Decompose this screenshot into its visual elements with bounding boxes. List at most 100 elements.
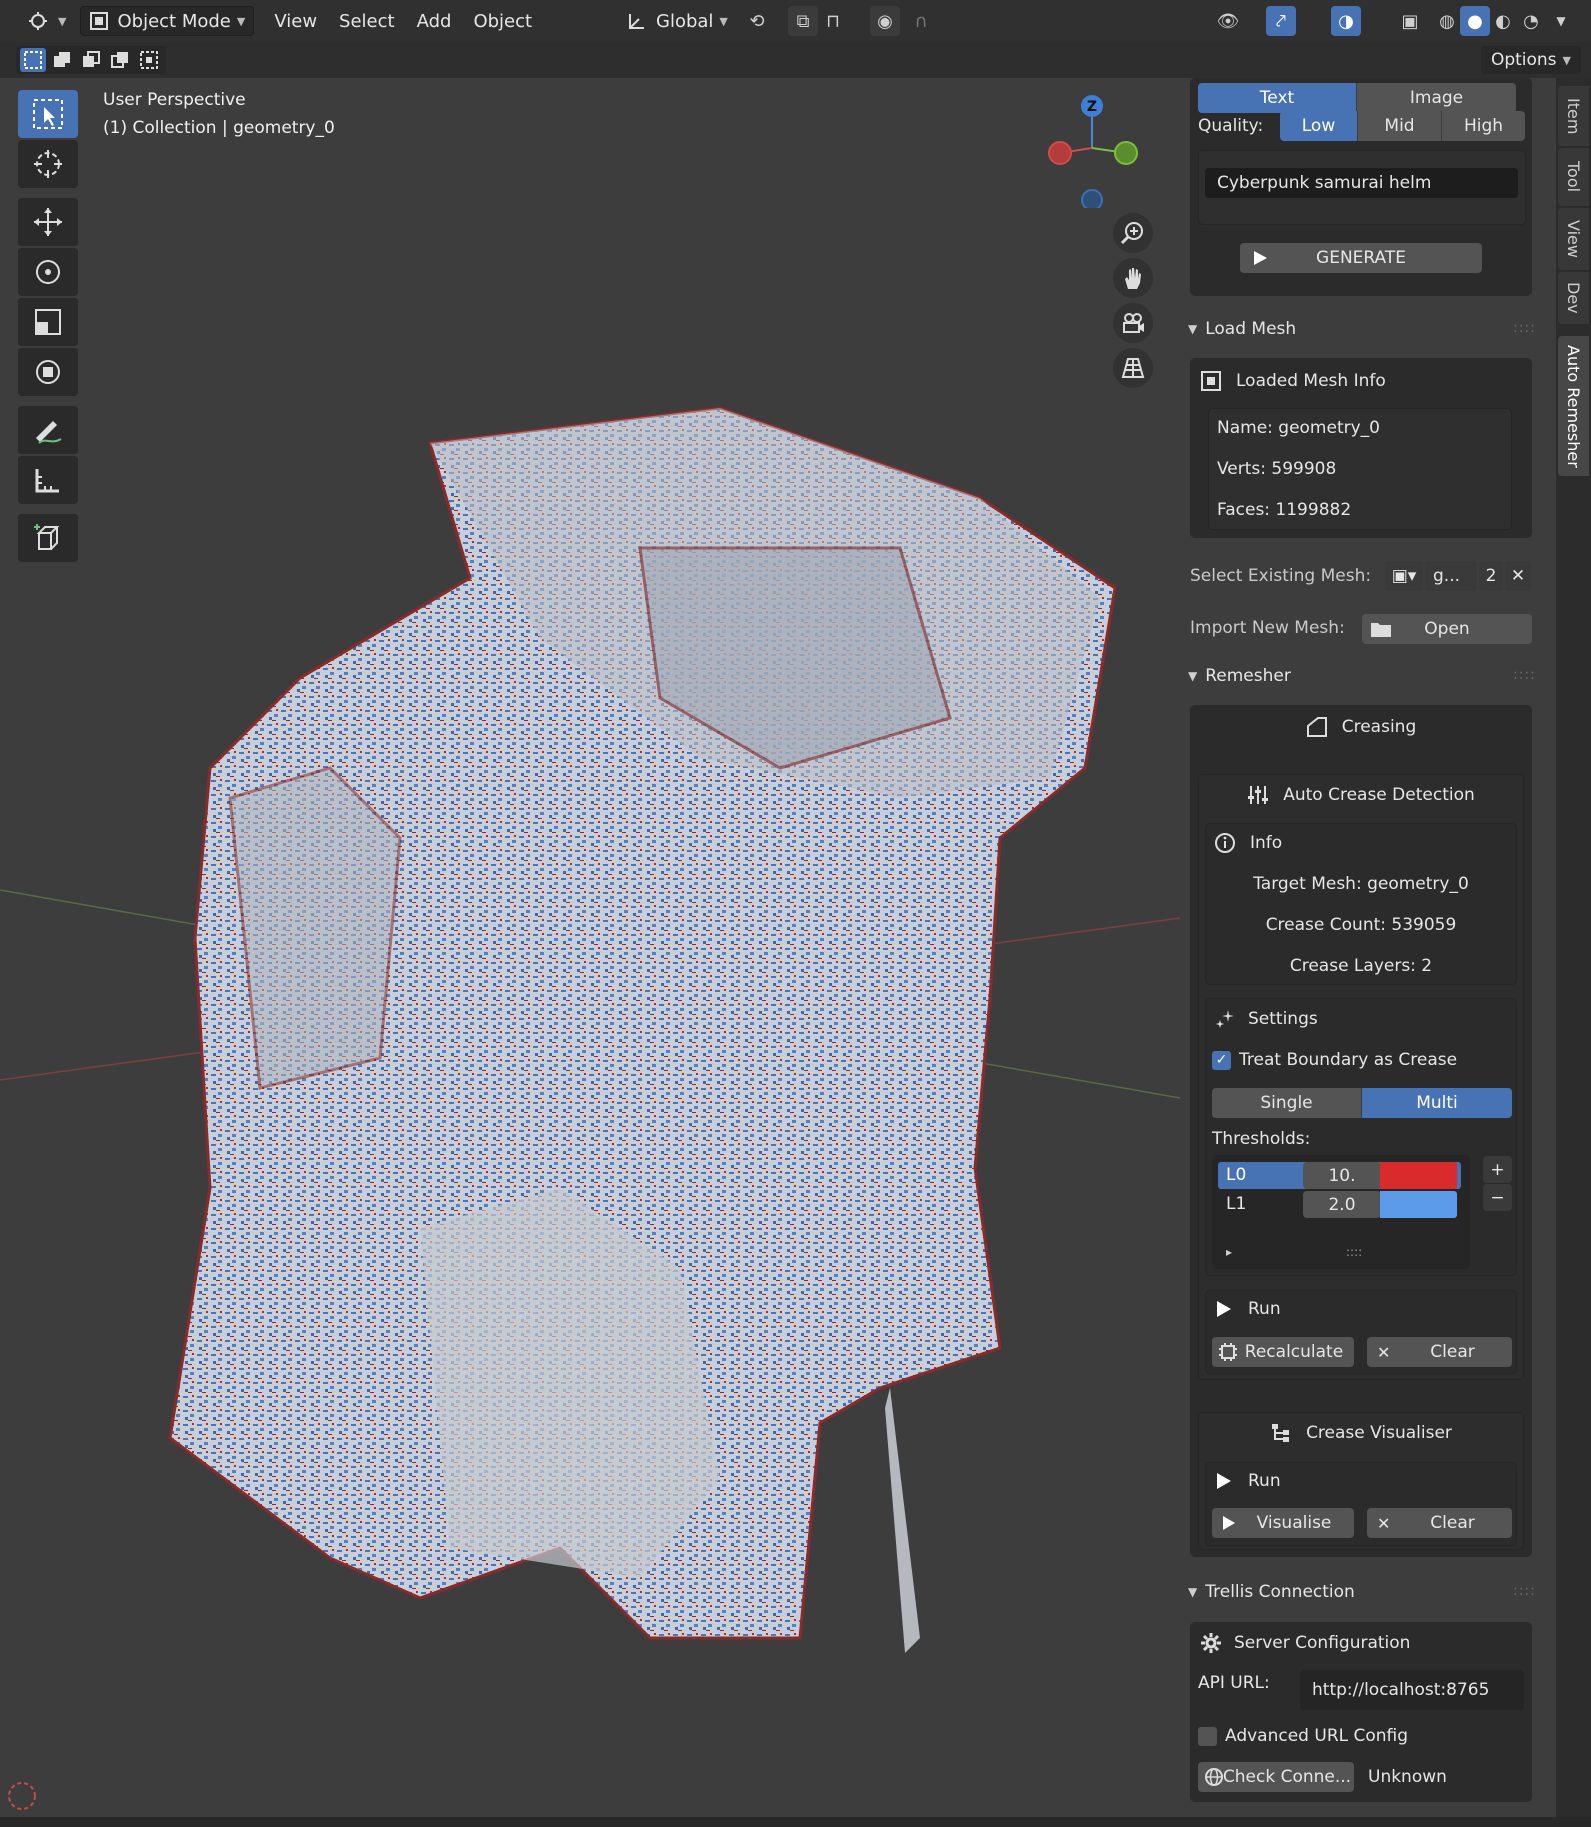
checkbox-checked-icon[interactable]: ✓ <box>1212 1050 1231 1070</box>
trellis-header[interactable]: ▼ Trellis Connection <box>1188 1582 1355 1602</box>
threshold-l1-value[interactable]: 2.0 <box>1303 1191 1381 1218</box>
axis-navigation-gizmo[interactable]: Z <box>1038 88 1148 208</box>
drag-grip-icon[interactable]: :::: <box>1513 1583 1536 1599</box>
wireframe-shading-icon[interactable]: ◍ <box>1432 6 1462 36</box>
tab-text[interactable]: Text <box>1198 83 1357 113</box>
threshold-l0-value[interactable]: 10. <box>1303 1162 1381 1189</box>
drag-grip-icon[interactable]: :::: <box>1513 320 1536 336</box>
pivot-point-icon[interactable]: ⟲ <box>742 6 772 36</box>
load-mesh-title: Load Mesh <box>1205 319 1297 339</box>
checkbox-unchecked-icon[interactable] <box>1198 1726 1217 1746</box>
menu-add[interactable]: Add <box>409 6 460 36</box>
threshold-l1-color-swatch[interactable] <box>1380 1191 1457 1218</box>
perspective-toggle-icon[interactable] <box>1113 348 1153 388</box>
move-tool-icon[interactable] <box>18 198 78 246</box>
tab-image[interactable]: Image <box>1357 83 1516 113</box>
mesh-name-field[interactable]: g... <box>1425 561 1477 591</box>
add-threshold-plus-icon[interactable]: + <box>1483 1156 1512 1183</box>
advanced-url-row[interactable]: Advanced URL Config <box>1198 1726 1408 1746</box>
rendered-shading-icon[interactable]: ◔ <box>1516 6 1546 36</box>
add-cube-tool-icon[interactable] <box>18 514 78 562</box>
prompt-input[interactable]: Cyberpunk samurai helm <box>1205 168 1518 198</box>
chevron-down-icon: ▼ <box>1188 1585 1198 1599</box>
auto-crease-header: Auto Crease Detection <box>1198 784 1524 806</box>
crease-visualiser-label: Crease Visualiser <box>1306 1423 1452 1443</box>
xray-toggle-icon[interactable]: ▣ <box>1395 6 1425 36</box>
unlink-close-icon[interactable]: ✕ <box>1505 561 1531 591</box>
overlays-toggle-icon[interactable]: ◑ <box>1331 6 1361 36</box>
status-bar <box>0 1817 1591 1827</box>
select-new-icon[interactable] <box>20 48 46 72</box>
mode-multi[interactable]: Multi <box>1362 1088 1512 1118</box>
open-file-button[interactable]: Open <box>1362 614 1532 644</box>
menu-view[interactable]: View <box>266 6 325 36</box>
treat-boundary-row[interactable]: ✓ Treat Boundary as Crease <box>1212 1050 1457 1070</box>
remesher-header[interactable]: ▼ Remesher <box>1188 666 1291 686</box>
solid-shading-icon[interactable]: ● <box>1460 6 1490 36</box>
quality-high[interactable]: High <box>1442 111 1525 141</box>
check-connection-button[interactable]: Check Conne... <box>1198 1762 1354 1792</box>
object-mode-icon <box>89 11 109 31</box>
quality-mid[interactable]: Mid <box>1358 111 1442 141</box>
transform-orientation-dropdown[interactable]: Global ▼ <box>618 6 736 36</box>
list-resize-grip-icon[interactable]: :::: <box>1346 1245 1362 1259</box>
gizmo-toggle-icon[interactable]: ⤤ <box>1266 6 1296 36</box>
quality-label: Quality: <box>1198 116 1264 136</box>
measure-tool-icon[interactable] <box>18 456 78 504</box>
mesh-name: Name: geometry_0 <box>1217 418 1380 438</box>
quality-low[interactable]: Low <box>1280 111 1358 141</box>
mesh-user-count[interactable]: 2 <box>1479 561 1503 591</box>
thresholds-label: Thresholds: <box>1212 1129 1311 1149</box>
clear-button[interactable]: ✕ Clear <box>1367 1337 1512 1367</box>
tab-auto-remesher[interactable]: Auto Remesher <box>1558 336 1589 476</box>
material-shading-icon[interactable]: ◐ <box>1488 6 1518 36</box>
api-url-input[interactable]: http://localhost:8765 <box>1300 1670 1524 1710</box>
menu-select[interactable]: Select <box>331 6 403 36</box>
camera-view-icon[interactable] <box>1113 303 1153 343</box>
snap-icon[interactable]: ⧉ <box>788 6 818 36</box>
tab-tool[interactable]: Tool <box>1558 148 1589 206</box>
tab-item[interactable]: Item <box>1558 86 1589 146</box>
collection-label: (1) Collection | geometry_0 <box>103 118 335 138</box>
tab-view[interactable]: View <box>1558 208 1589 270</box>
proportional-edit-icon[interactable]: ◉ <box>870 6 900 36</box>
mesh-browse-icon[interactable]: ▣▾ <box>1385 561 1423 591</box>
select-intersect-icon[interactable] <box>136 48 162 72</box>
visualiser-clear-button[interactable]: ✕ Clear <box>1367 1508 1512 1538</box>
select-extend-icon[interactable] <box>49 48 75 72</box>
list-expand-triangle-icon[interactable]: ▸ <box>1226 1245 1232 1259</box>
select-box-tool-icon[interactable] <box>18 90 78 138</box>
cursor-tool-icon[interactable] <box>18 140 78 188</box>
recalculate-label: Recalculate <box>1244 1342 1344 1362</box>
generate-button[interactable]: GENERATE <box>1240 243 1482 273</box>
menu-object[interactable]: Object <box>465 6 540 36</box>
options-dropdown[interactable]: Options ▼ <box>1480 46 1581 74</box>
mode-dropdown[interactable]: Object Mode ▼ <box>80 6 255 36</box>
mode-single[interactable]: Single <box>1212 1088 1362 1118</box>
tab-dev[interactable]: Dev <box>1558 272 1589 324</box>
import-mesh-label: Import New Mesh: <box>1190 618 1345 638</box>
scale-tool-icon[interactable] <box>18 298 78 346</box>
snap-target-icon[interactable]: ⊓ <box>818 6 848 36</box>
remove-threshold-minus-icon[interactable]: − <box>1483 1184 1512 1211</box>
threshold-l0-color-swatch[interactable] <box>1380 1162 1457 1189</box>
visualise-label: Visualise <box>1256 1513 1332 1533</box>
3d-viewport[interactable]: User Perspective (1) Collection | geomet… <box>0 78 1180 1827</box>
load-mesh-header[interactable]: ▼ Load Mesh <box>1188 319 1296 339</box>
zoom-icon[interactable] <box>1113 213 1153 253</box>
falloff-icon[interactable]: ∩ <box>906 6 936 36</box>
drag-grip-icon[interactable]: :::: <box>1513 667 1536 683</box>
annotate-tool-icon[interactable] <box>18 406 78 454</box>
shading-options-chevron-icon[interactable]: ▼ <box>1546 6 1576 36</box>
rotate-tool-icon[interactable] <box>18 248 78 296</box>
recalculate-button[interactable]: Recalculate <box>1212 1337 1354 1367</box>
select-subtract-icon[interactable] <box>78 48 104 72</box>
editor-type-button[interactable]: ▼ <box>18 6 74 36</box>
visualiser-run-label: Run <box>1248 1471 1281 1491</box>
visibility-eye-icon[interactable]: 👁 <box>1213 6 1243 36</box>
transform-tool-icon[interactable] <box>18 348 78 396</box>
chip-icon <box>1218 1342 1238 1362</box>
select-invert-icon[interactable] <box>107 48 133 72</box>
visualise-button[interactable]: Visualise <box>1212 1508 1354 1538</box>
pan-hand-icon[interactable] <box>1113 258 1153 298</box>
